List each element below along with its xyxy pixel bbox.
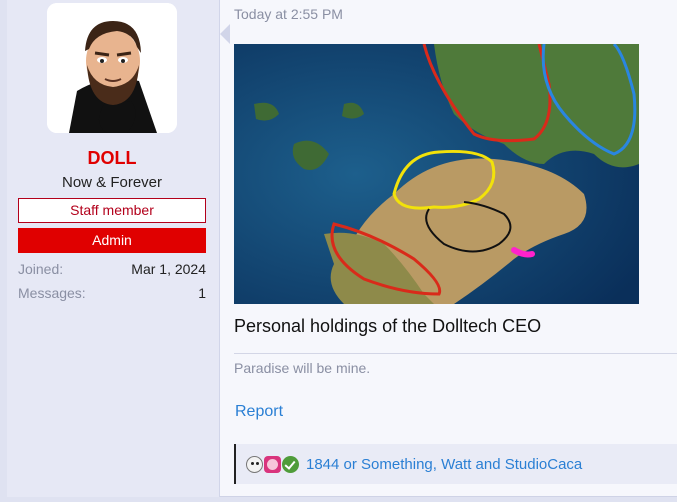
reaction-users-link[interactable]: 1844 or Something, Watt and StudioCaca xyxy=(306,456,582,473)
post-image-map[interactable] xyxy=(234,44,639,304)
face-icon xyxy=(264,455,281,473)
username[interactable]: DOLL xyxy=(7,148,217,169)
skull-icon xyxy=(246,455,263,473)
avatar[interactable] xyxy=(47,3,177,133)
report-link[interactable]: Report xyxy=(235,403,283,421)
staff-member-banner: Staff member xyxy=(18,198,206,223)
reactions-bar: 1844 or Something, Watt and StudioCaca xyxy=(234,444,677,484)
check-icon xyxy=(282,455,299,473)
joined-value: Mar 1, 2024 xyxy=(131,261,206,277)
post-caption: Personal holdings of the Dolltech CEO xyxy=(234,316,542,336)
signature-divider xyxy=(234,353,677,354)
user-info-pane: DOLL Now & Forever Staff member Admin Jo… xyxy=(7,0,220,497)
joined-row: Joined: Mar 1, 2024 xyxy=(18,261,206,281)
map-illustration xyxy=(234,44,639,304)
user-title: Now & Forever xyxy=(61,174,163,191)
admin-banner: Admin xyxy=(18,228,206,253)
post-timestamp[interactable]: Today at 2:55 PM xyxy=(234,6,343,22)
messages-label: Messages: xyxy=(18,285,86,301)
joined-label: Joined: xyxy=(18,261,64,277)
messages-value: 1 xyxy=(198,285,206,301)
user-signature: Paradise will be mine. xyxy=(234,360,371,376)
messages-row: Messages: 1 xyxy=(18,285,206,305)
avatar-image xyxy=(47,3,177,133)
post-arrow-pointer xyxy=(220,24,230,44)
